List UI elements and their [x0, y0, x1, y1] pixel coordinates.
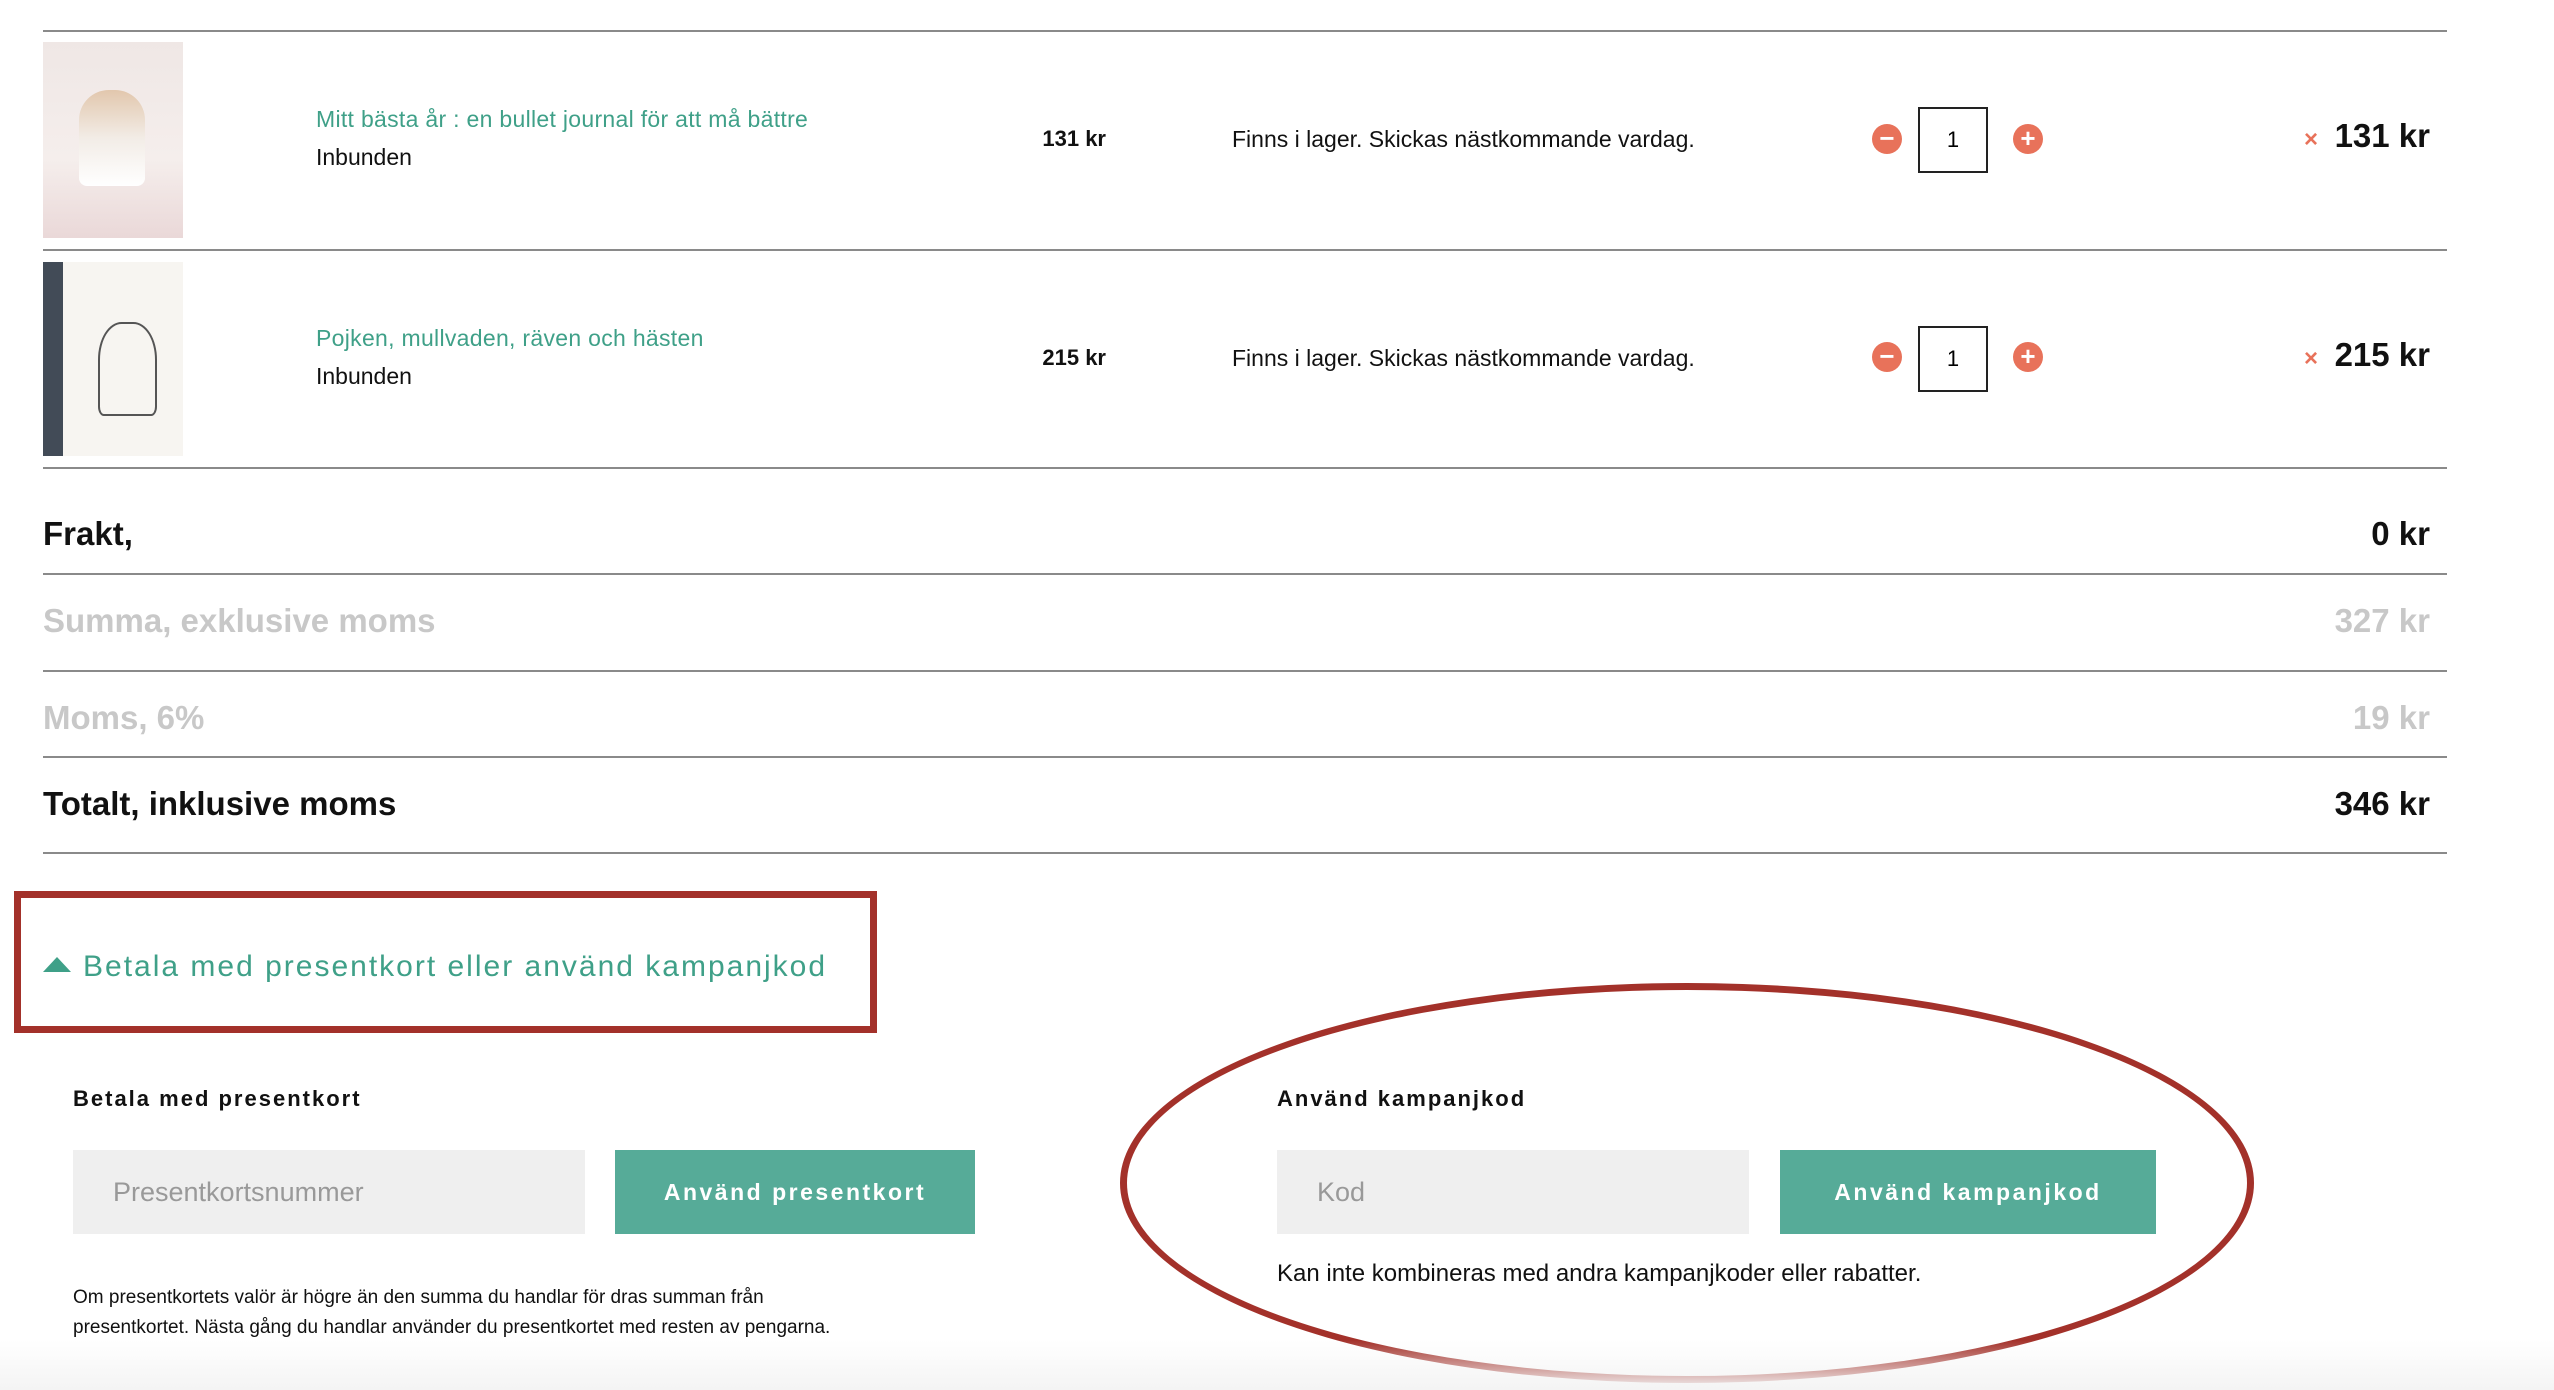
discount-section-toggle[interactable]: Betala med presentkort eller använd kamp… [43, 950, 827, 984]
total-label: Totalt, inklusive moms [43, 785, 397, 822]
book-cover-image[interactable] [43, 42, 183, 238]
giftcard-info-text: Om presentkortets valör är högre än den … [73, 1287, 831, 1338]
increase-quantity-button[interactable]: + [2013, 124, 2043, 154]
subtotal-label: Summa, exklusive moms [43, 602, 436, 639]
product-title-link[interactable]: Mitt bästa år : en bullet journal för at… [316, 106, 808, 133]
bottom-fade [0, 1340, 2554, 1390]
cover-spine [43, 262, 63, 456]
giftcard-number-input[interactable] [73, 1150, 585, 1234]
divider [43, 756, 2447, 758]
product-binding: Inbunden [316, 144, 412, 170]
book-cover-image[interactable] [43, 262, 183, 456]
divider [43, 852, 2447, 854]
use-campaign-code-button[interactable]: Använd kampanjkod [1780, 1150, 2156, 1234]
campaign-note: Kan inte kombineras med andra kampanjkod… [1277, 1260, 1922, 1287]
triangle-up-icon [43, 957, 71, 972]
remove-item-icon[interactable]: × [2304, 345, 2318, 373]
giftcard-heading: Betala med presentkort [73, 1086, 362, 1111]
cover-illustration [98, 322, 157, 416]
vat-label: Moms, 6% [43, 699, 205, 736]
total-value: 346 kr [2334, 785, 2430, 822]
unit-price: 131 kr [1042, 126, 1106, 151]
use-giftcard-button[interactable]: Använd presentkort [615, 1150, 975, 1234]
quantity-input[interactable] [1918, 107, 1988, 173]
vat-value: 19 kr [2352, 699, 2430, 736]
quantity-input[interactable] [1918, 326, 1988, 392]
divider [43, 670, 2447, 672]
stock-status: Finns i lager. Skickas nästkommande vard… [1232, 345, 1695, 371]
unit-price: 215 kr [1042, 345, 1106, 370]
line-total: 215 kr [2334, 336, 2430, 373]
shipping-value: 0 kr [2371, 515, 2430, 552]
divider [43, 249, 2447, 251]
product-binding: Inbunden [316, 363, 412, 389]
remove-item-icon[interactable]: × [2304, 126, 2318, 154]
stock-status: Finns i lager. Skickas nästkommande vard… [1232, 126, 1695, 152]
divider [43, 467, 2447, 469]
divider [43, 30, 2447, 32]
shipping-label: Frakt, [43, 515, 133, 552]
campaign-heading: Använd kampanjkod [1277, 1086, 1527, 1111]
increase-quantity-button[interactable]: + [2013, 342, 2043, 372]
campaign-code-input[interactable] [1277, 1150, 1749, 1234]
divider [43, 573, 2447, 575]
product-title-link[interactable]: Pojken, mullvaden, räven och hästen [316, 325, 704, 352]
cover-photo [79, 90, 145, 186]
line-total: 131 kr [2334, 117, 2430, 154]
decrease-quantity-button[interactable]: − [1872, 124, 1902, 154]
subtotal-value: 327 kr [2334, 602, 2430, 639]
decrease-quantity-button[interactable]: − [1872, 342, 1902, 372]
discount-toggle-label: Betala med presentkort eller använd kamp… [83, 950, 828, 983]
